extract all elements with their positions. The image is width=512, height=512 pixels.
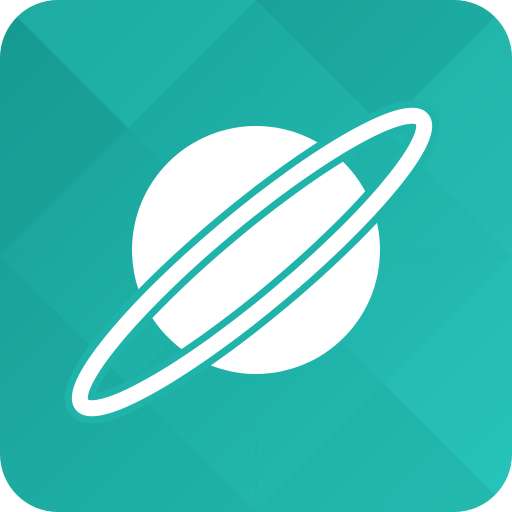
app-icon-canvas bbox=[0, 0, 512, 512]
app-icon[interactable] bbox=[0, 0, 512, 512]
icon-tile bbox=[0, 0, 512, 512]
